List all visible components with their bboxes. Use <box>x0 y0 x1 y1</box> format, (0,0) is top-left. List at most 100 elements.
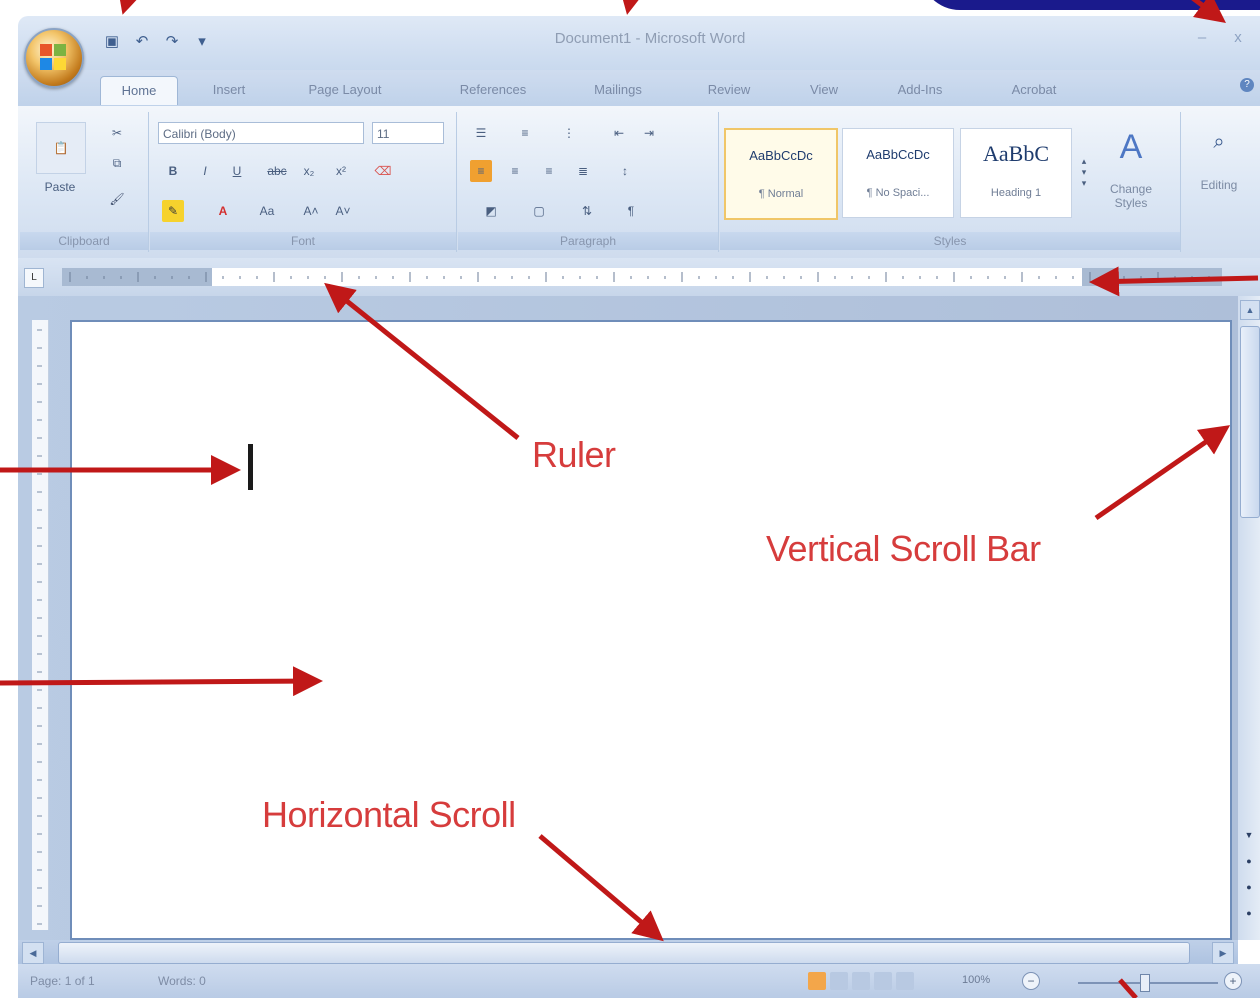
redo-icon[interactable]: ↷ <box>160 30 184 52</box>
document-area <box>18 296 1238 940</box>
shrink-font-icon[interactable]: A˅ <box>332 200 354 222</box>
styles-group: AaBbCcDc ¶ Normal AaBbCcDc ¶ No Spaci...… <box>720 112 1181 252</box>
customize-qat-icon[interactable]: ▾ <box>190 30 214 52</box>
font-size-combo[interactable]: 11 <box>372 122 444 144</box>
window-title: Document1 - Microsoft Word <box>554 30 746 47</box>
tab-references[interactable]: References <box>438 76 548 104</box>
tab-view[interactable]: View <box>794 76 854 104</box>
shading-icon[interactable]: ◩ <box>480 200 502 222</box>
tab-review[interactable]: Review <box>694 76 764 104</box>
close-button[interactable]: x <box>1224 26 1252 50</box>
change-styles-icon[interactable]: A <box>1096 122 1166 172</box>
strikethrough-icon[interactable]: abc <box>266 160 288 182</box>
word-count[interactable]: Words: 0 <box>158 974 206 988</box>
ribbon: 📋 Paste ✂ ⧉ 🖌 Clipboard Calibri (Body) 1… <box>18 106 1260 259</box>
style-name: ¶ No Spaci... <box>866 187 930 199</box>
paragraph-label: Paragraph <box>458 232 718 250</box>
show-formatting-icon[interactable]: ¶ <box>620 200 642 222</box>
line-spacing-icon[interactable]: ↕ <box>614 160 636 182</box>
bold-icon[interactable]: B <box>162 160 184 182</box>
bullets-icon[interactable]: ☰ <box>470 122 492 144</box>
clear-formatting-icon[interactable]: ⌫ <box>372 160 394 182</box>
style-heading-1[interactable]: AaBbC Heading 1 <box>960 128 1072 218</box>
decrease-indent-icon[interactable]: ⇤ <box>608 122 630 144</box>
align-left-icon[interactable]: ≡ <box>470 160 492 182</box>
web-layout-icon[interactable] <box>852 972 870 990</box>
vertical-ruler-ticks <box>37 329 42 925</box>
tab-selector-icon[interactable]: L <box>24 268 44 288</box>
sort-icon[interactable]: ⇅ <box>576 200 598 222</box>
previous-page-icon[interactable]: ● <box>1240 852 1258 870</box>
horizontal-ruler[interactable] <box>62 268 1222 286</box>
multilevel-list-icon[interactable]: ⋮ <box>558 122 580 144</box>
next-page-icon[interactable]: ● <box>1240 904 1258 922</box>
font-label: Font <box>150 232 456 250</box>
scroll-left-icon[interactable]: ◀ <box>22 942 44 964</box>
minimize-button[interactable]: – <box>1188 26 1216 50</box>
ruler-ticks <box>69 272 1210 282</box>
grow-font-icon[interactable]: A˄ <box>300 200 322 222</box>
print-layout-icon[interactable] <box>808 972 826 990</box>
tab-mailings[interactable]: Mailings <box>578 76 658 104</box>
tab-add-ins[interactable]: Add-Ins <box>880 76 960 104</box>
outline-icon[interactable] <box>874 972 892 990</box>
numbering-icon[interactable]: ≡ <box>514 122 536 144</box>
borders-icon[interactable]: ▢ <box>528 200 550 222</box>
binoculars-icon[interactable]: ⌕ <box>1194 122 1244 162</box>
change-styles-button[interactable]: Change Styles <box>1096 178 1166 214</box>
zoom-level[interactable]: 100% <box>962 974 990 986</box>
text-cursor <box>248 444 253 490</box>
scroll-up-icon[interactable]: ▲ <box>1240 300 1260 320</box>
style-normal[interactable]: AaBbCcDc ¶ Normal <box>724 128 838 220</box>
undo-icon[interactable]: ↶ <box>130 30 154 52</box>
copy-icon[interactable]: ⧉ <box>106 152 128 174</box>
document-page[interactable] <box>70 320 1232 940</box>
tab-insert[interactable]: Insert <box>194 76 264 104</box>
browse-object-icon[interactable]: ● <box>1240 878 1258 896</box>
subscript-icon[interactable]: x₂ <box>298 160 320 182</box>
paste-button[interactable]: Paste <box>34 176 86 198</box>
style-no-spacing[interactable]: AaBbCcDc ¶ No Spaci... <box>842 128 954 218</box>
save-icon[interactable]: ▣ <box>100 30 124 52</box>
tab-acrobat[interactable]: Acrobat <box>994 76 1074 104</box>
justify-icon[interactable]: ≣ <box>572 160 594 182</box>
editing-button[interactable]: Editing <box>1188 174 1250 196</box>
styles-scroll-icon[interactable]: ▴ ▾ ▾ <box>1076 128 1092 216</box>
ruler-annotation: Ruler <box>532 434 616 475</box>
tab-page-layout[interactable]: Page Layout <box>290 76 400 104</box>
tab-home[interactable]: Home <box>100 76 178 105</box>
vertical-ruler[interactable] <box>32 320 49 930</box>
zoom-out-icon[interactable]: − <box>1022 972 1040 990</box>
increase-indent-icon[interactable]: ⇥ <box>638 122 660 144</box>
vertical-scroll-bar[interactable]: ▲ ▼ ● ● ● <box>1238 296 1260 940</box>
zoom-slider-knob[interactable] <box>1140 974 1150 992</box>
zoom-in-icon[interactable]: + <box>1224 972 1242 990</box>
quick-access-toolbar: ▣ ↶ ↷ ▾ <box>100 28 214 54</box>
scroll-right-icon[interactable]: ▶ <box>1212 942 1234 964</box>
font-name-combo[interactable]: Calibri (Body) <box>158 122 364 144</box>
clipboard-label: Clipboard <box>20 232 148 250</box>
change-case-icon[interactable]: Aa <box>256 200 278 222</box>
paste-icon[interactable]: 📋 <box>36 122 86 174</box>
style-preview: AaBbC <box>983 141 1049 166</box>
italic-icon[interactable]: I <box>194 160 216 182</box>
align-right-icon[interactable]: ≡ <box>538 160 560 182</box>
underline-icon[interactable]: U <box>226 160 248 182</box>
vertical-scroll-thumb[interactable] <box>1240 326 1260 518</box>
superscript-icon[interactable]: x² <box>330 160 352 182</box>
align-center-icon[interactable]: ≡ <box>504 160 526 182</box>
office-logo-icon <box>40 44 68 72</box>
office-button[interactable] <box>24 28 84 88</box>
format-painter-icon[interactable]: 🖌 <box>106 188 128 210</box>
help-icon[interactable]: ? <box>1240 78 1254 92</box>
decorative-banner <box>920 0 1260 10</box>
page-count[interactable]: Page: 1 of 1 <box>30 974 95 988</box>
scroll-down-icon[interactable]: ▼ <box>1240 826 1258 844</box>
highlight-icon[interactable]: ✎ <box>162 200 184 222</box>
cut-icon[interactable]: ✂ <box>106 122 128 144</box>
horizontal-scroll-thumb[interactable] <box>58 942 1190 964</box>
full-screen-reading-icon[interactable] <box>830 972 848 990</box>
draft-icon[interactable] <box>896 972 914 990</box>
font-color-icon[interactable]: A <box>212 200 234 222</box>
horizontal-scroll-bar[interactable]: ◀ ▶ <box>18 940 1238 964</box>
